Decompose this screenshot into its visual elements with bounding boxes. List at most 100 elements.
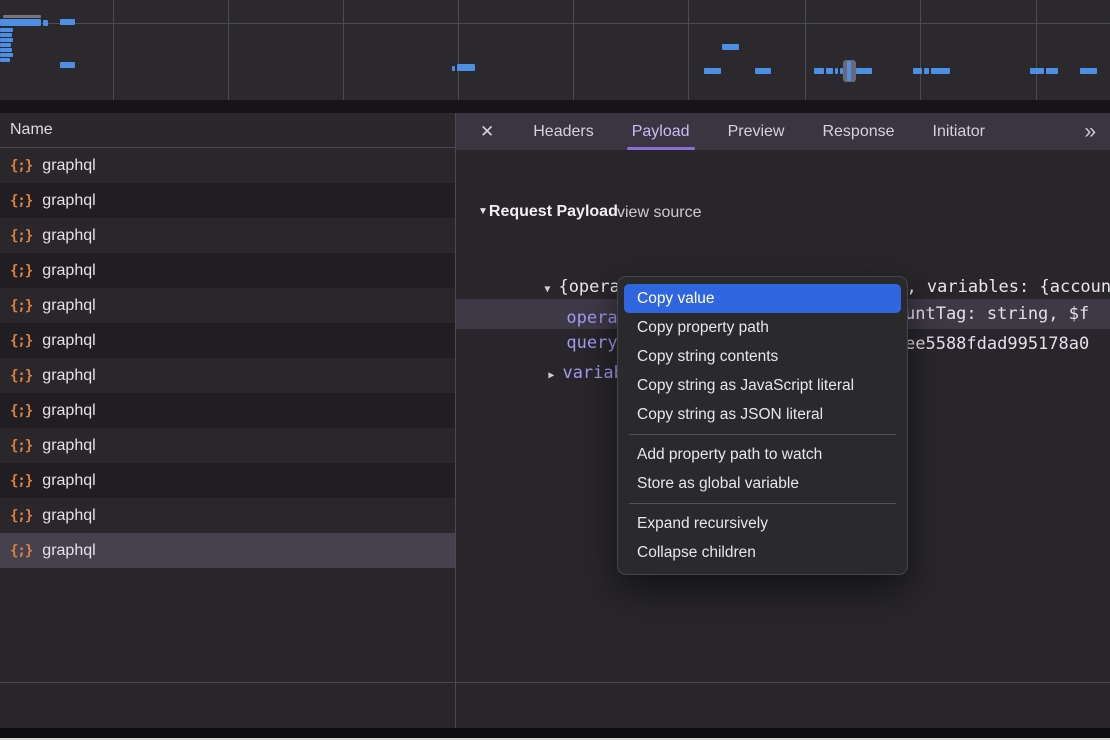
menu-item-copy-value[interactable]: Copy value — [624, 284, 901, 313]
request-name: graphql — [42, 367, 95, 385]
tab-response[interactable]: Response — [822, 113, 894, 150]
overview-gridline — [1036, 0, 1037, 100]
name-column-header[interactable]: Name — [0, 113, 455, 148]
network-request-bar — [0, 28, 13, 32]
overview-gridline — [805, 0, 806, 100]
more-tabs-button[interactable]: » — [1084, 120, 1110, 144]
network-request-bar — [856, 68, 872, 74]
json-braces-icon: {;} — [10, 543, 32, 559]
json-braces-icon: {;} — [10, 333, 32, 349]
network-request-bar — [0, 43, 11, 47]
network-request-bar — [835, 68, 838, 74]
overview-bottom-strip — [0, 100, 1110, 113]
json-braces-icon: {;} — [10, 368, 32, 384]
network-request-bar — [722, 44, 739, 50]
menu-item-collapse-children[interactable]: Collapse children — [624, 538, 901, 567]
request-row[interactable]: {;} graphql — [0, 253, 455, 288]
network-request-bar — [755, 68, 771, 74]
request-name: graphql — [42, 332, 95, 350]
menu-item-copy-string-as-json-literal[interactable]: Copy string as JSON literal — [624, 400, 901, 429]
overview-gridline-horizontal — [0, 23, 1110, 24]
overview-gridline — [688, 0, 689, 100]
network-request-bar — [3, 15, 41, 18]
json-braces-icon: {;} — [10, 508, 32, 524]
json-braces-icon: {;} — [10, 228, 32, 244]
bottom-bar — [0, 728, 1110, 738]
property-variables-value-fragment: ee5588fdad995178a0 — [905, 334, 1089, 354]
json-braces-icon: {;} — [10, 298, 32, 314]
request-name: graphql — [42, 472, 95, 490]
menu-item-copy-string-as-javascript-literal[interactable]: Copy string as JavaScript literal — [624, 371, 901, 400]
network-request-bar — [0, 38, 13, 42]
request-payload-section-header[interactable]: ▼Request Payload — [478, 203, 618, 221]
request-row[interactable]: {;} graphql — [0, 358, 455, 393]
request-name: graphql — [42, 192, 95, 210]
context-menu: Copy valueCopy property pathCopy string … — [617, 276, 908, 575]
request-name: graphql — [42, 507, 95, 525]
request-row[interactable]: {;} graphql — [0, 498, 455, 533]
menu-separator — [629, 434, 896, 435]
network-request-bar — [704, 68, 721, 74]
overview-gridline — [573, 0, 574, 100]
network-request-bar — [924, 68, 929, 74]
menu-item-store-as-global-variable[interactable]: Store as global variable — [624, 469, 901, 498]
tab-strip: ✕ Headers Payload Preview Response Initiator… — [456, 113, 1110, 150]
request-row[interactable]: {;} graphql — [0, 218, 455, 253]
menu-separator — [629, 503, 896, 504]
tab-initiator[interactable]: Initiator — [933, 113, 985, 150]
tab-headers[interactable]: Headers — [533, 113, 593, 150]
property-query-value-fragment: untTag: string, $f — [905, 304, 1089, 324]
request-name: graphql — [42, 262, 95, 280]
collapse-triangle-icon: ▼ — [478, 206, 488, 217]
menu-item-expand-recursively[interactable]: Expand recursively — [624, 509, 901, 538]
network-request-bar — [1080, 68, 1097, 74]
request-name: graphql — [42, 437, 95, 455]
network-request-bar — [0, 33, 12, 37]
network-request-bar — [0, 53, 13, 57]
json-braces-icon: {;} — [10, 193, 32, 209]
network-request-bar — [0, 58, 10, 62]
tab-preview[interactable]: Preview — [728, 113, 785, 150]
network-request-bar — [0, 19, 41, 26]
network-request-bar — [1046, 68, 1058, 74]
network-request-bar — [814, 68, 824, 74]
view-source-link[interactable]: view source — [617, 204, 701, 222]
request-name: graphql — [42, 402, 95, 420]
request-row[interactable]: {;} graphql — [0, 288, 455, 323]
json-braces-icon: {;} — [10, 403, 32, 419]
request-row[interactable]: {;} graphql — [0, 428, 455, 463]
overview-gridline — [228, 0, 229, 100]
request-row[interactable]: {;} graphql — [0, 148, 455, 183]
overview-gridline — [458, 0, 459, 100]
overview-gridline — [113, 0, 114, 100]
menu-item-add-property-path-to-watch[interactable]: Add property path to watch — [624, 440, 901, 469]
network-overview[interactable] — [0, 0, 1110, 100]
request-row[interactable]: {;}graphql — [0, 463, 455, 498]
request-row[interactable]: {;} graphql — [0, 393, 455, 428]
payload-preview-line[interactable]: ▼{operationName: "ipFlowTimeseries", var… — [483, 244, 1110, 273]
overview-gridline — [920, 0, 921, 100]
bottom-separator — [0, 682, 1110, 683]
tab-payload[interactable]: Payload — [632, 113, 690, 150]
request-row[interactable]: {;}graphql — [0, 533, 455, 568]
overview-selection-tick — [847, 61, 851, 81]
close-details-button[interactable]: ✕ — [456, 122, 514, 142]
request-name: graphql — [42, 157, 95, 175]
request-row[interactable]: {;} graphql — [0, 183, 455, 218]
request-row[interactable]: {;} graphql — [0, 323, 455, 358]
overview-gridline — [343, 0, 344, 100]
json-braces-icon: {;} — [10, 158, 32, 174]
request-name: graphql — [42, 297, 95, 315]
json-braces-icon: {;} — [10, 263, 32, 279]
request-name: graphql — [42, 227, 95, 245]
network-request-bar — [1030, 68, 1044, 74]
requests-panel: Name {;}graphql{;}graphql{;}graphql{;}gr… — [0, 113, 456, 728]
menu-item-copy-string-contents[interactable]: Copy string contents — [624, 342, 901, 371]
json-braces-icon: {;} — [10, 438, 32, 454]
network-request-bar — [452, 66, 455, 71]
menu-item-copy-property-path[interactable]: Copy property path — [624, 313, 901, 342]
expand-triangle-icon[interactable]: ▶ — [548, 370, 554, 381]
tabs-container: Headers Payload Preview Response Initiator — [514, 113, 1004, 150]
requests-list: {;} graphql {;} graphql {;} graphql {;} graphql… — [0, 148, 455, 568]
network-request-bar — [457, 64, 475, 71]
